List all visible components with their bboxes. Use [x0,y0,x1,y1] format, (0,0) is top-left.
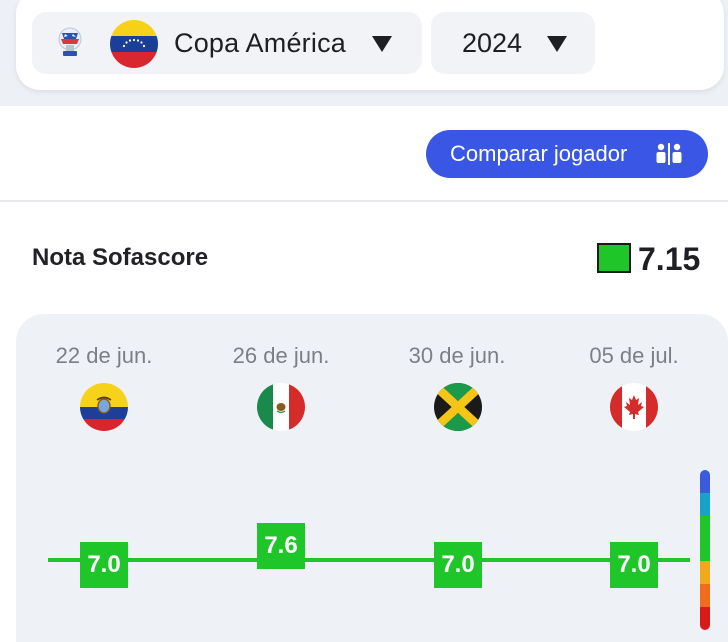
rating-scale-segment [700,584,710,608]
rating-scale-segment [700,492,710,516]
compare-player-label: Comparar jogador [450,141,628,166]
rating-scale-segment [700,561,710,585]
rating-color-swatch [597,243,631,273]
chevron-down-icon [547,36,567,52]
match-rating-badge[interactable]: 7.6 [257,523,305,569]
rating-scale-legend [700,470,710,630]
season-dropdown[interactable]: 2024 [431,12,595,74]
canada-flag-icon[interactable] [610,383,658,431]
rating-scale-segment [700,515,710,539]
season-value: 2024 [462,28,523,58]
mexico-flag-icon[interactable] [257,383,305,431]
match-date: 05 de jul. [589,343,679,368]
copa-america-trophy-icon [58,27,82,56]
match-rating-badge[interactable]: 7.0 [80,542,128,588]
match-rating-badge[interactable]: 7.0 [434,542,482,588]
league-name: Copa América [174,28,346,58]
average-rating-value: 7.15 [638,241,701,277]
rating-scale-segment [700,607,710,630]
league-dropdown[interactable]: Copa América [32,12,422,74]
ecuador-flag-icon[interactable] [80,383,128,431]
match-date: 26 de jun. [232,343,330,368]
chevron-down-icon [372,36,392,52]
rating-title: Nota Sofascore [32,244,209,271]
rating-scale-segment [700,538,710,562]
rating-scale-segment [700,470,710,493]
match-date: 30 de jun. [408,343,506,368]
match-date: 22 de jun. [55,343,153,368]
jamaica-flag-icon[interactable] [434,383,482,431]
venezuela-flag-icon [110,20,158,68]
section-divider [0,200,728,202]
rating-trend-line [48,558,690,562]
compare-player-button[interactable]: Comparar jogador [426,130,708,178]
compare-players-icon [656,143,682,165]
competition-selector-card: Copa América 2024 [16,0,724,90]
match-rating-badge[interactable]: 7.0 [610,542,658,588]
